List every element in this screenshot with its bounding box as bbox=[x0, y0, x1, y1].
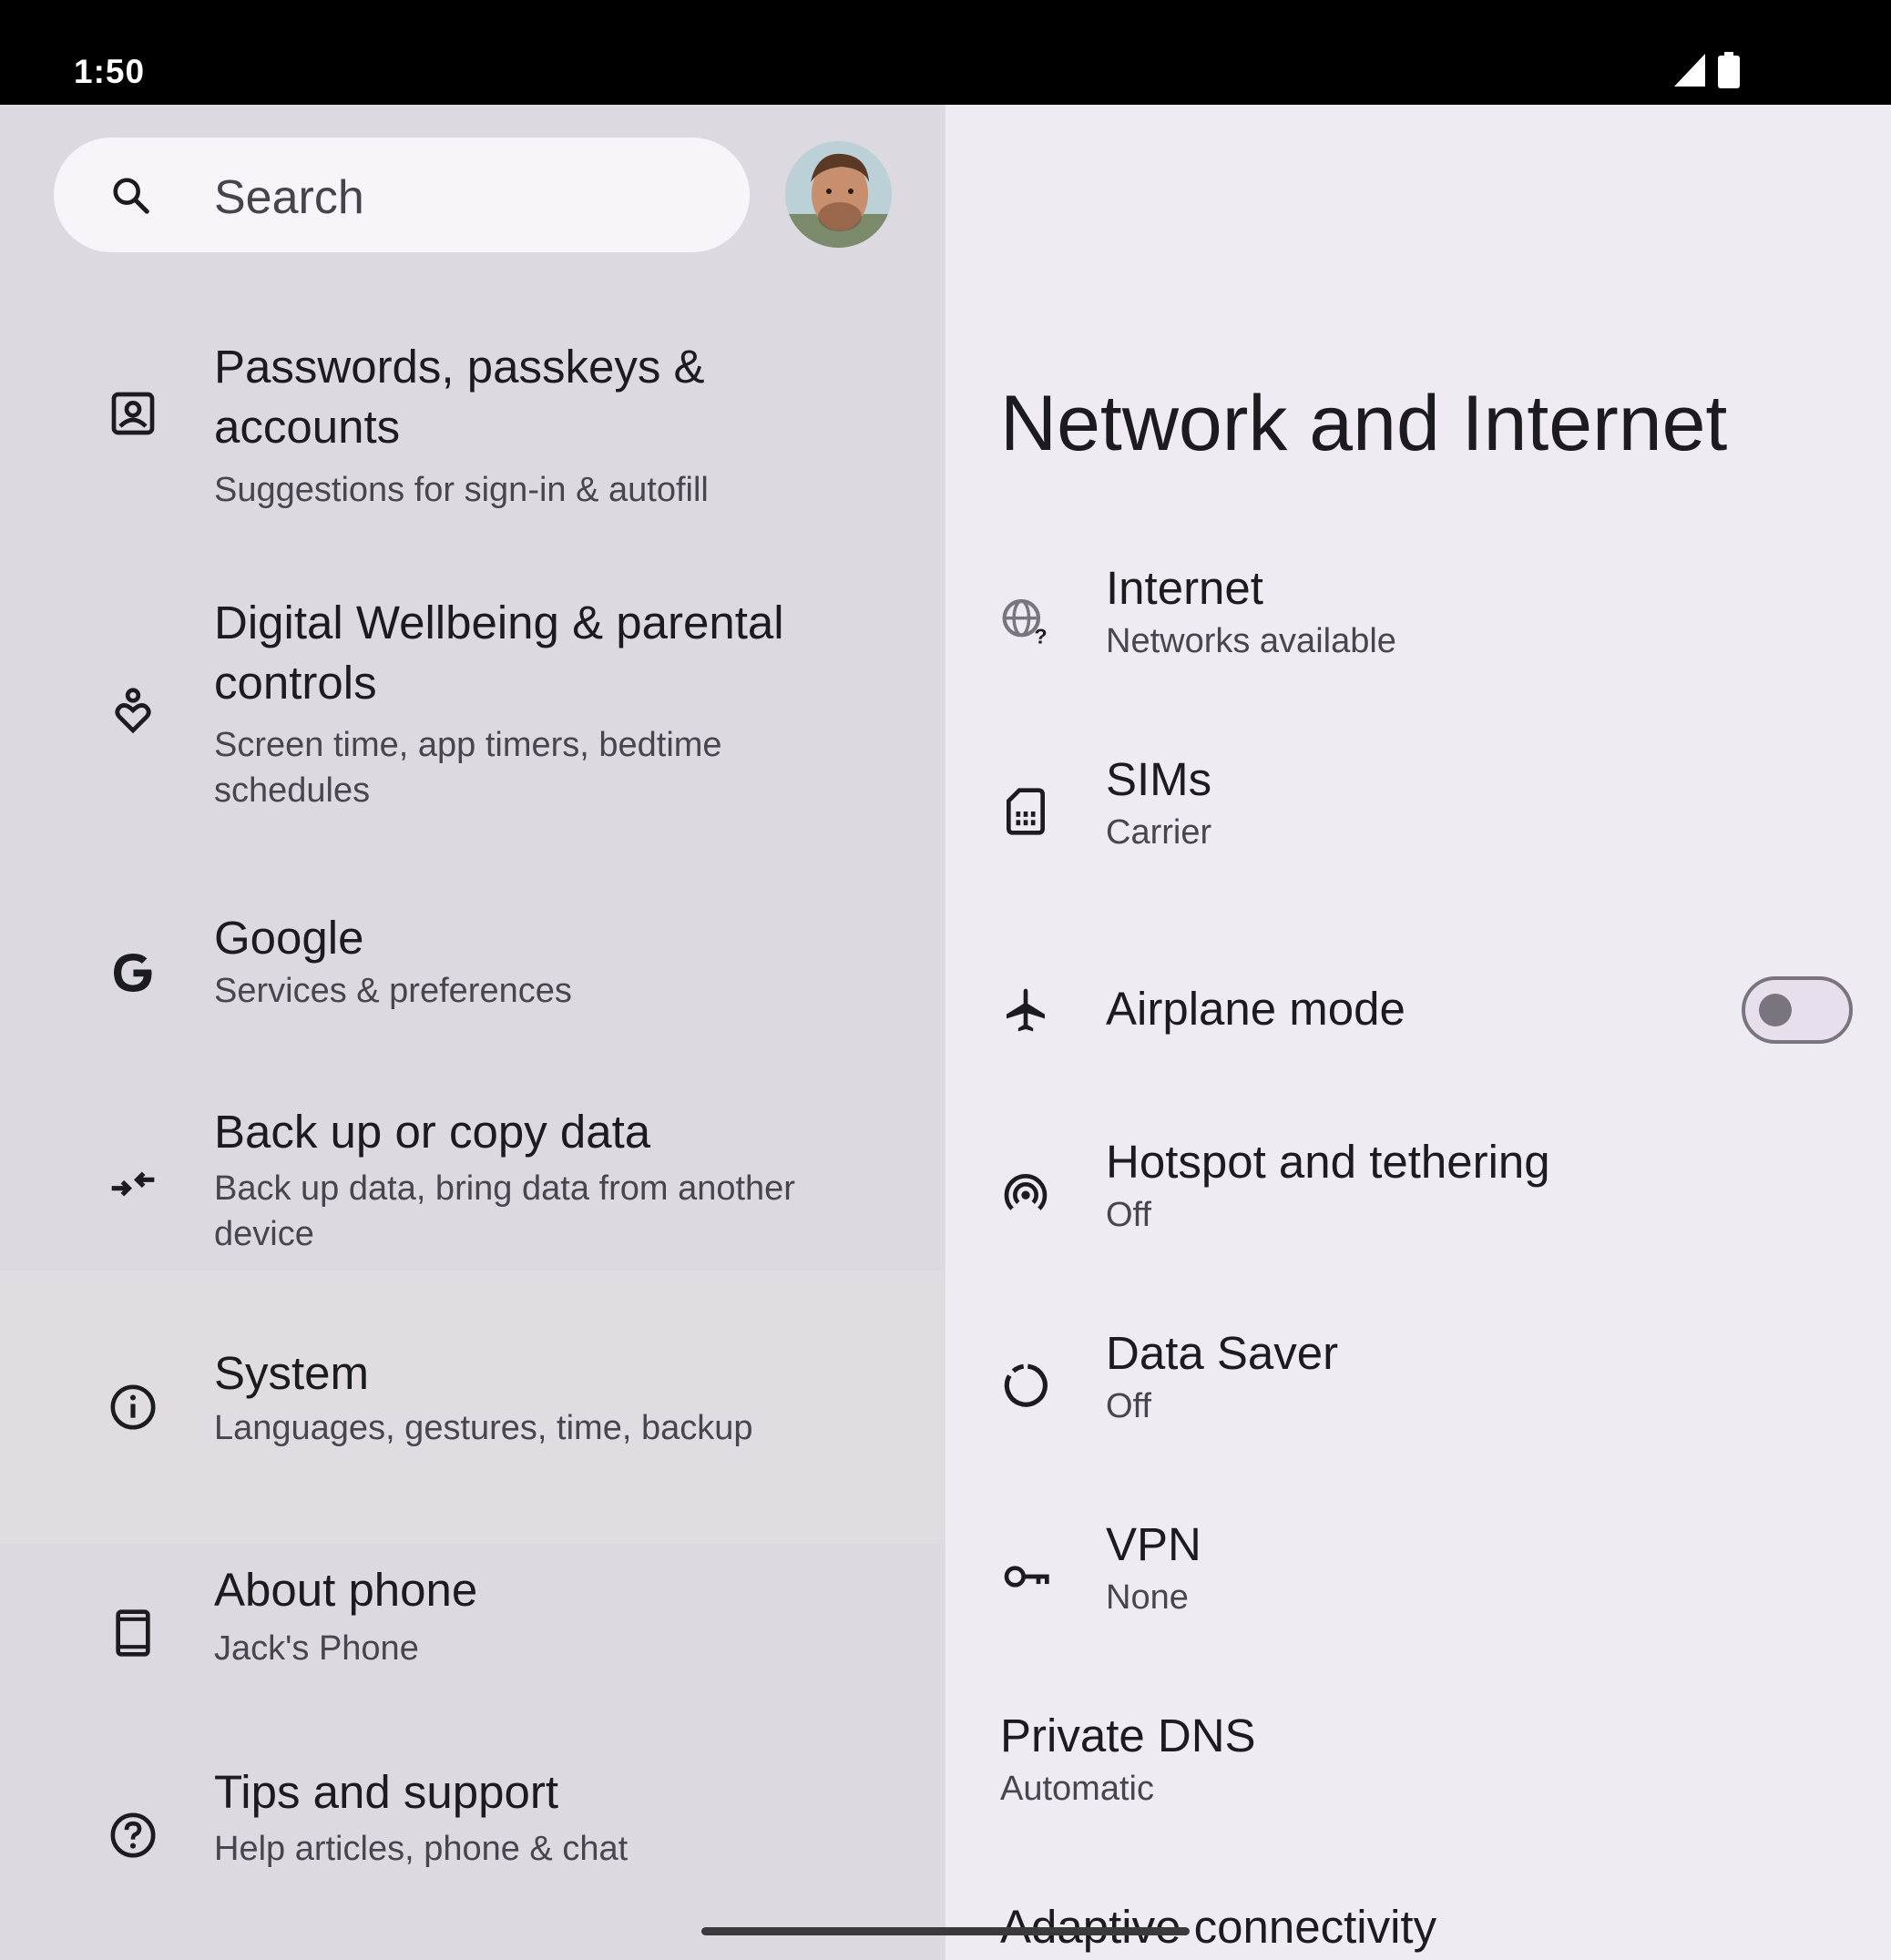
settings-item-system[interactable]: System Languages, gestures, time, backup bbox=[0, 1271, 946, 1544]
globe-question-icon: ? bbox=[1002, 598, 1048, 646]
item-subtitle: Screen time, app timers, bedtime schedul… bbox=[214, 726, 722, 810]
item-title: About phone bbox=[214, 1564, 478, 1616]
settings-item-tips-support[interactable]: Tips and support Help articles, phone & … bbox=[0, 1744, 946, 1926]
battery-icon bbox=[1718, 52, 1740, 88]
network-item-adaptive-connectivity[interactable]: Adaptive connectivity On bbox=[946, 1888, 1891, 1960]
item-title: Data Saver bbox=[1106, 1327, 1339, 1379]
item-subtitle: Networks available bbox=[1106, 622, 1396, 660]
backup-transfer-icon bbox=[111, 1171, 155, 1197]
search-bar[interactable]: Search bbox=[54, 138, 750, 252]
item-title: Google bbox=[214, 912, 364, 964]
item-subtitle: Off bbox=[1106, 1196, 1151, 1234]
settings-item-about-phone[interactable]: About phone Jack's Phone bbox=[0, 1544, 946, 1726]
settings-item-digital-wellbeing[interactable]: Digital Wellbeing & parental controls Sc… bbox=[0, 586, 946, 822]
network-internet-pane: Network and Internet ? Internet Networks… bbox=[946, 105, 1891, 1960]
google-icon bbox=[114, 954, 152, 992]
network-item-private-dns[interactable]: Private DNS Automatic bbox=[946, 1699, 1891, 1853]
settings-item-google[interactable]: Google Services & preferences bbox=[0, 897, 946, 1047]
network-item-data-saver[interactable]: Data Saver Off bbox=[946, 1316, 1891, 1471]
network-item-internet[interactable]: ? Internet Networks available bbox=[946, 551, 1891, 706]
help-icon bbox=[110, 1812, 156, 1858]
gesture-nav-handle[interactable] bbox=[701, 1927, 1190, 1935]
network-item-airplane-mode[interactable]: Airplane mode bbox=[946, 934, 1891, 1088]
item-subtitle: Back up data, bring data from another de… bbox=[214, 1169, 795, 1253]
network-item-hotspot[interactable]: Hotspot and tethering Off bbox=[946, 1125, 1891, 1280]
settings-item-backup-copy[interactable]: Back up or copy data Back up data, bring… bbox=[0, 1093, 946, 1275]
toggle-knob bbox=[1759, 994, 1792, 1026]
key-icon bbox=[1004, 1566, 1049, 1587]
wellbeing-icon bbox=[115, 688, 151, 734]
info-icon bbox=[110, 1384, 156, 1430]
svg-text:?: ? bbox=[1034, 625, 1047, 646]
hotspot-icon bbox=[1004, 1174, 1048, 1210]
settings-list-pane: Search Passwords, passkeys & accounts Su… bbox=[0, 105, 946, 1960]
airplane-icon bbox=[1007, 988, 1045, 1032]
sim-card-icon bbox=[1007, 788, 1045, 835]
item-title: VPN bbox=[1106, 1518, 1201, 1570]
account-box-icon bbox=[111, 392, 155, 435]
item-title: System bbox=[214, 1347, 370, 1399]
item-title: SIMs bbox=[1106, 753, 1212, 805]
network-item-sims[interactable]: SIMs Carrier bbox=[946, 742, 1891, 897]
item-subtitle: Services & preferences bbox=[214, 972, 572, 1010]
search-icon bbox=[113, 178, 149, 214]
status-bar: 1:50 bbox=[0, 0, 1891, 105]
item-title: Private DNS bbox=[1000, 1710, 1256, 1761]
item-subtitle: None bbox=[1106, 1578, 1189, 1617]
item-title: Back up or copy data bbox=[214, 1106, 651, 1158]
item-title: Digital Wellbeing & parental controls bbox=[214, 597, 784, 709]
item-subtitle: Carrier bbox=[1106, 813, 1212, 852]
airplane-mode-toggle[interactable] bbox=[1742, 976, 1853, 1044]
avatar[interactable] bbox=[785, 141, 892, 248]
data-saver-icon bbox=[1004, 1363, 1048, 1407]
item-title: Airplane mode bbox=[1106, 983, 1405, 1035]
item-title: Hotspot and tethering bbox=[1106, 1136, 1550, 1188]
item-subtitle: Suggestions for sign-in & autofill bbox=[214, 471, 709, 509]
item-title: Tips and support bbox=[214, 1766, 558, 1818]
item-title: Internet bbox=[1106, 562, 1263, 614]
search-placeholder: Search bbox=[214, 171, 364, 224]
item-subtitle: Languages, gestures, time, backup bbox=[214, 1409, 753, 1447]
cell-signal-icon bbox=[1674, 54, 1705, 87]
item-title: Passwords, passkeys & accounts bbox=[214, 341, 705, 453]
network-item-vpn[interactable]: VPN None bbox=[946, 1507, 1891, 1662]
item-subtitle: Automatic bbox=[1000, 1770, 1154, 1808]
settings-item-passwords[interactable]: Passwords, passkeys & accounts Suggestio… bbox=[0, 328, 946, 519]
item-subtitle: Off bbox=[1106, 1387, 1151, 1425]
page-title: Network and Internet bbox=[1000, 380, 1728, 467]
item-subtitle: Jack's Phone bbox=[214, 1629, 419, 1668]
phone-icon bbox=[116, 1609, 150, 1657]
item-subtitle: Help articles, phone & chat bbox=[214, 1830, 629, 1868]
avatar-image bbox=[785, 141, 892, 248]
status-time: 1:50 bbox=[74, 53, 146, 90]
